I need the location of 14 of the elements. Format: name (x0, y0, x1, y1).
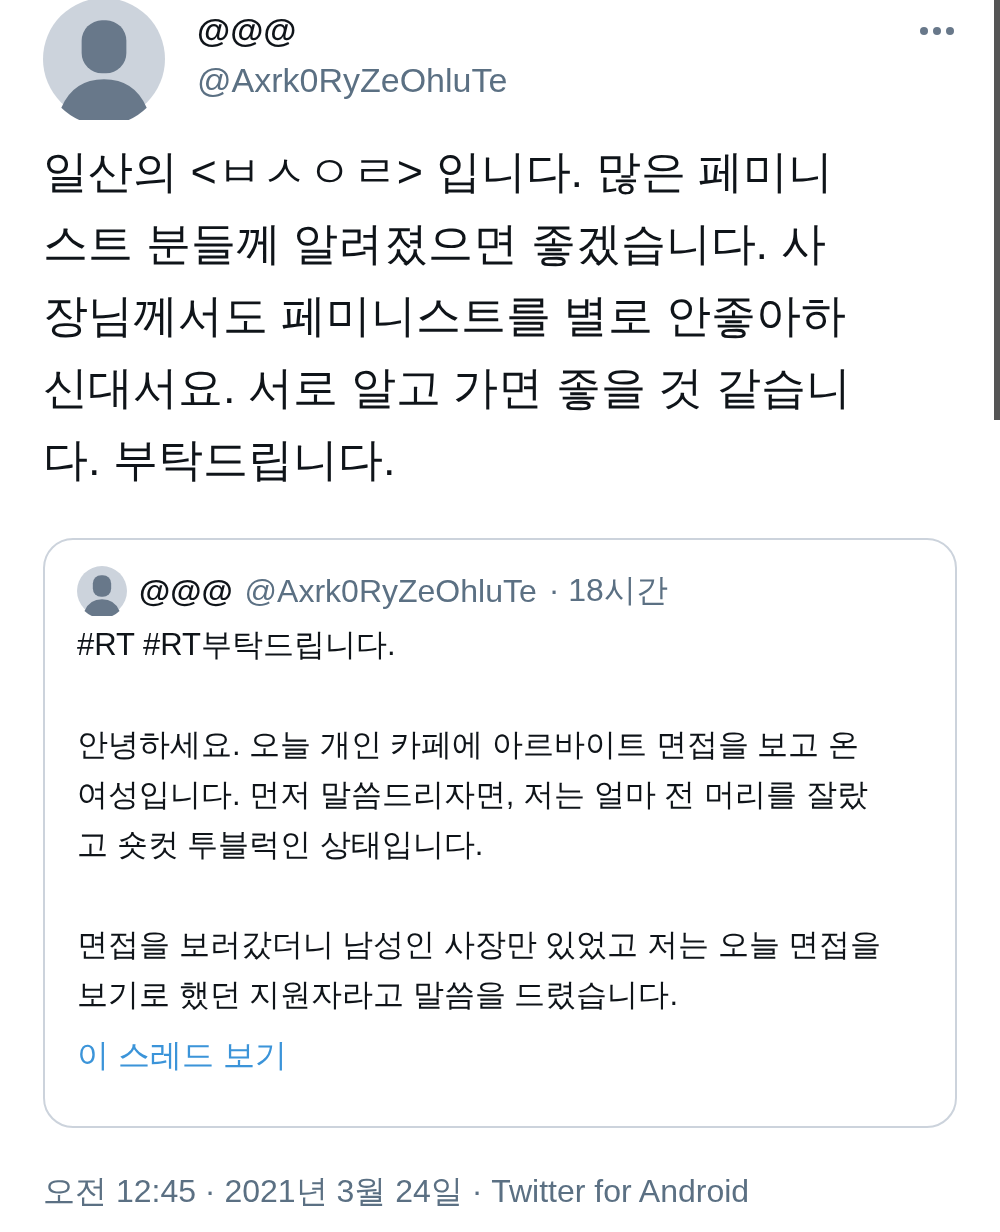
tweet-text: 일산의 <ㅂㅅㅇㄹ> 입니다. 많은 페미니 스트 분들께 알려졌으면 좋겠습니다. 사 장님께서도 페미니스트를 별로 안좋아하 신대서요. 서로 알고 가면 좋을 것 같습니 다. 부탁드립니다. (43, 145, 852, 487)
avatar[interactable] (43, 0, 165, 120)
quoted-time: · 18시간 (548, 571, 668, 610)
quoted-paragraph: 안녕하세요. 오늘 개인 카페에 아르바이트 면접을 보고 온 여성입니다. 먼저 말씀드리자면, 저는 얼마 전 머리를 잘랐 고 숏컷 투블럭인 상태입니다. (77, 726, 869, 864)
author-name: @@@ (197, 10, 298, 50)
quoted-tweet-card[interactable]: @@@ @Axrk0RyZeOhluTe · 18시간 #RT #RT부탁드립니다. 안녕하세요. 오늘 개인 카페에 아르바이트 면접을 보고 온 여성입니다. 먼저 말씀드리자면, 저는 얼마 전 머리를 잘랐 고 숏컷 투블럭인 상태입니다. 면접을 보러갔더니 남성인 사장만 있었고 저는 오늘 면접을 보기로 했던 지원자라고 말씀을 드렸습니다. 이 스레드 보기 (43, 538, 957, 1128)
quoted-author-name: @@@ (139, 572, 233, 610)
quoted-author-handle: @Axrk0RyZeOhluTe (244, 572, 537, 610)
avatar (77, 566, 127, 616)
author-handle: @Axrk0RyZeOhluTe (197, 60, 508, 100)
tweet-timestamp: 오전 12:45 · 2021년 3월 24일 · Twitter for Android (43, 1172, 751, 1211)
more-icon[interactable] (919, 26, 955, 36)
quoted-paragraph: #RT #RT부탁드립니다. (77, 626, 397, 664)
quoted-paragraph: 면접을 보러갔더니 남성인 사장만 있었고 저는 오늘 면접을 보기로 했던 지원자라고 말씀을 드렸습니다. (77, 926, 883, 1014)
